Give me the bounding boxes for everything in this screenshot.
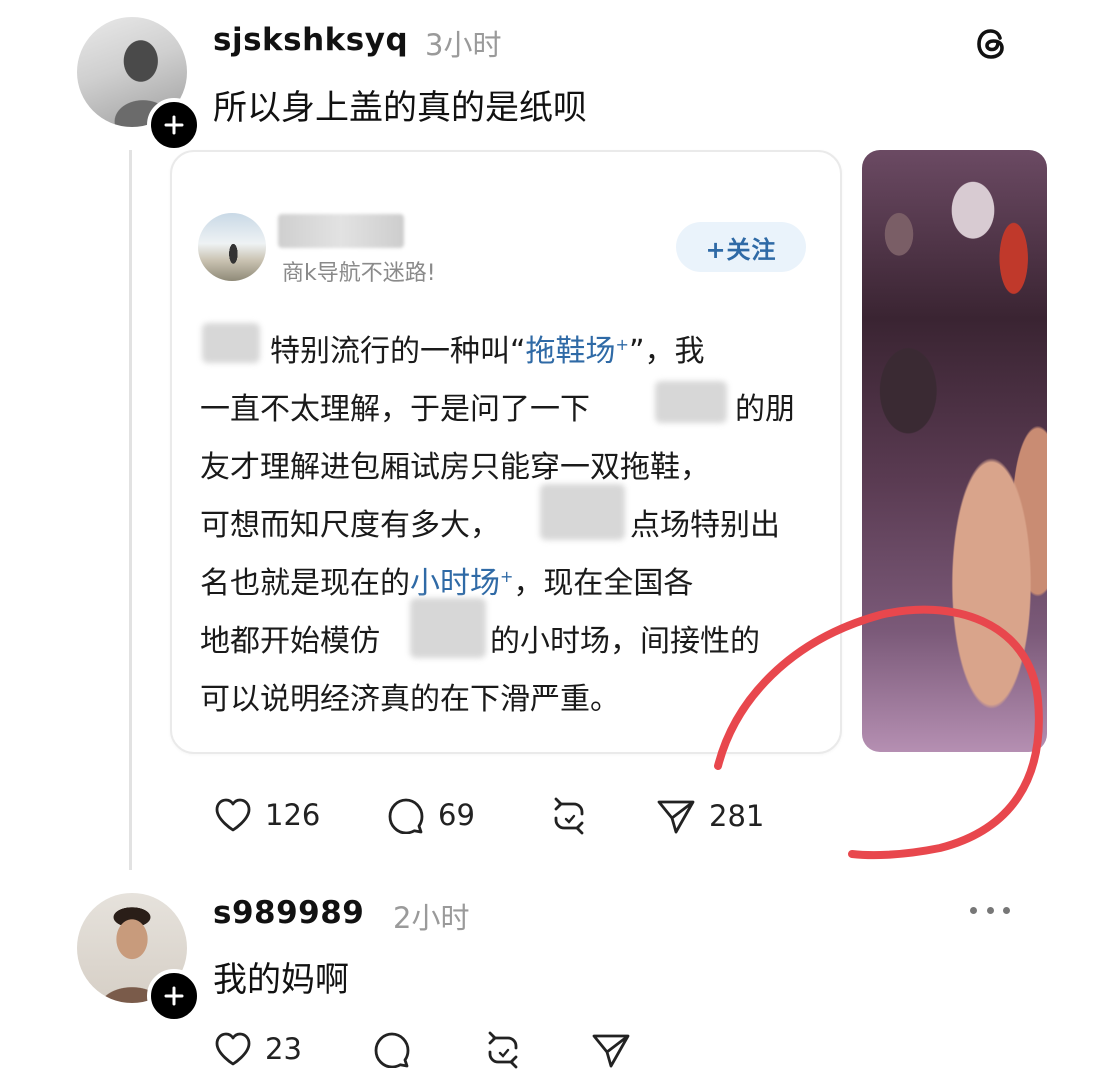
quote-line-1: 特别流行的一种叫“拖鞋场+”，我 — [270, 326, 705, 370]
redacted-text — [410, 598, 486, 658]
link-mark: + — [615, 335, 629, 354]
follow-plus-icon[interactable] — [147, 98, 201, 152]
post-photo[interactable] — [862, 150, 1047, 752]
quote-line-4: 可想而知尺度有多大， — [200, 500, 500, 544]
post-username[interactable]: sjskshksyq — [213, 22, 408, 58]
quote-text: ”，我 — [628, 334, 705, 369]
quote-text: ，现在全国各 — [513, 566, 694, 601]
post-text: 所以身上盖的真的是纸呗 — [213, 88, 587, 128]
send-icon — [657, 800, 695, 834]
quote-line-4b: 点场特别出 — [630, 500, 780, 544]
quoted-author-subtitle: 商k导航不迷路! — [282, 261, 436, 286]
quote-text: 特别流行的一种叫“ — [270, 334, 526, 369]
post-timestamp: 2小时 — [393, 901, 470, 935]
redacted-text — [540, 484, 625, 540]
post-username[interactable]: s989989 — [213, 895, 364, 931]
quote-text: 点场特别出 — [630, 508, 780, 543]
like-count: 23 — [265, 1032, 302, 1066]
quote-text: 一直不太理解，于是问了一下 — [200, 392, 590, 427]
like-count: 126 — [265, 798, 321, 832]
hashtag-link[interactable]: 拖鞋场 — [526, 334, 616, 369]
quote-line-7: 可以说明经济真的在下滑严重。 — [200, 682, 620, 717]
quote-text: 地都开始模仿 — [200, 624, 380, 659]
more-dots-icon[interactable] — [970, 900, 1010, 920]
reply-button[interactable]: 69 — [386, 796, 475, 834]
quote-line-6: 地都开始模仿 — [200, 616, 380, 660]
share-button[interactable]: 281 — [655, 796, 764, 836]
share-count: 281 — [709, 799, 765, 833]
like-button[interactable]: 23 — [213, 1030, 302, 1068]
quoted-author-name-redacted — [278, 214, 404, 248]
hashtag-link[interactable]: 小时场 — [410, 566, 500, 601]
share-button[interactable] — [590, 1030, 632, 1070]
redacted-text — [202, 323, 260, 363]
quote-text: 名也就是现在的 — [200, 566, 410, 601]
repost-button[interactable] — [482, 1030, 524, 1070]
quoted-author-avatar — [198, 213, 266, 281]
quote-text: 的朋 — [735, 392, 795, 427]
repost-button[interactable] — [548, 796, 590, 836]
redacted-text — [655, 381, 727, 423]
link-mark: + — [500, 567, 514, 586]
comment-bubble-icon — [374, 1032, 410, 1068]
send-icon — [592, 1034, 630, 1068]
quote-line-3: 友才理解进包厢试房只能穿一双拖鞋， — [200, 450, 710, 485]
quote-line-2: 一直不太理解，于是问了一下 — [200, 384, 590, 428]
quote-line-2b: 的朋 — [735, 384, 795, 428]
like-button[interactable]: 126 — [213, 796, 320, 834]
repost-icon — [488, 1031, 518, 1069]
comment-bubble-icon — [388, 798, 424, 834]
reply-button[interactable] — [372, 1030, 412, 1068]
follow-plus-icon[interactable] — [147, 969, 201, 1023]
quote-text: 可想而知尺度有多大， — [200, 508, 500, 543]
follow-button[interactable]: +关注 — [676, 222, 806, 272]
repost-icon — [554, 797, 584, 835]
heart-icon — [215, 798, 251, 832]
threads-logo-icon[interactable] — [970, 22, 1014, 70]
heart-icon — [215, 1032, 251, 1066]
quote-line-6b: 的小时场，间接性的 — [490, 616, 760, 660]
comment-count: 69 — [438, 798, 475, 832]
quote-line-5: 名也就是现在的小时场+，现在全国各 — [200, 558, 693, 602]
post-text: 我的妈啊 — [213, 960, 349, 1000]
post-timestamp: 3小时 — [425, 28, 502, 62]
quote-text: 的小时场，间接性的 — [490, 624, 760, 659]
thread-connector-line — [129, 150, 132, 870]
